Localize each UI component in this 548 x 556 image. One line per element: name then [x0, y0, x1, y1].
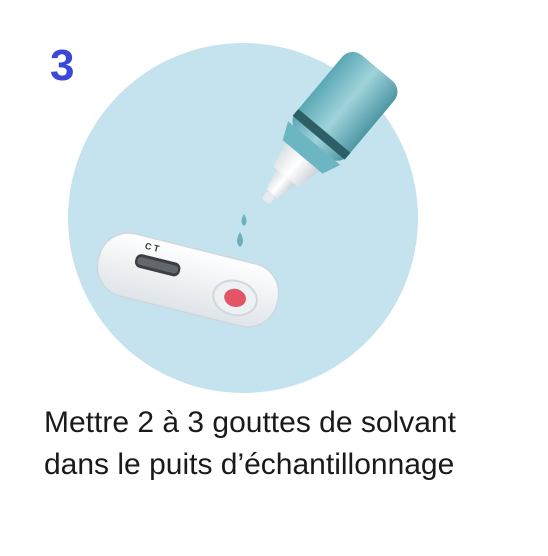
- illustration: C T: [68, 43, 418, 393]
- instruction-caption: Mettre 2 à 3 gouttes de solvant dans le …: [44, 402, 524, 486]
- caption-line-1: Mettre 2 à 3 gouttes de solvant: [44, 406, 456, 439]
- caption-line-2: dans le puits d’échantillonnage: [44, 448, 455, 481]
